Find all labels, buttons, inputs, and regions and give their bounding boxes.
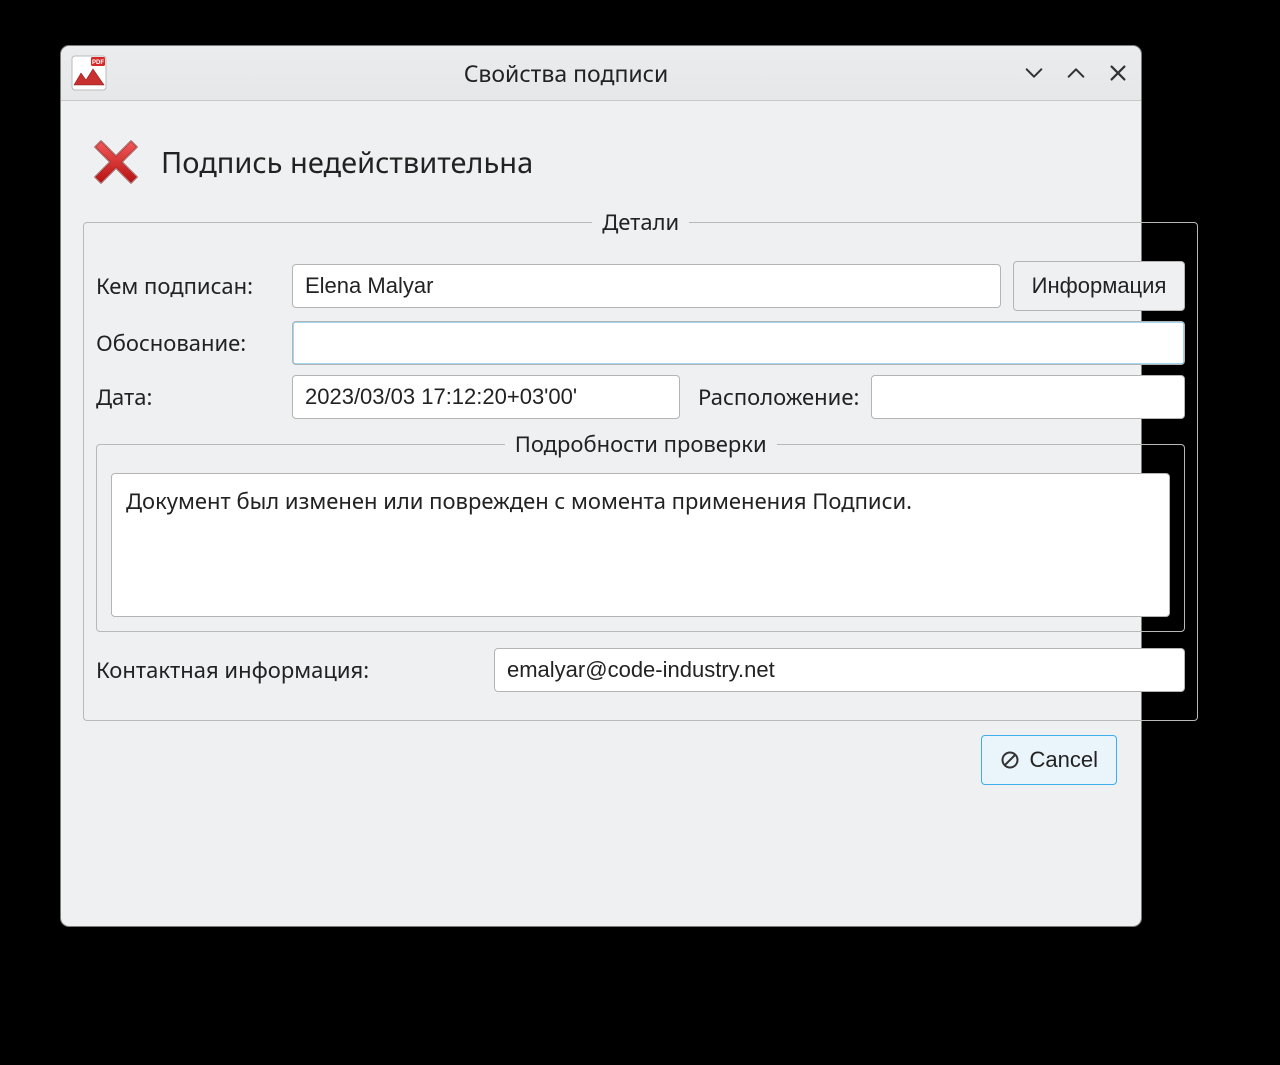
signature-status-row: Подпись недействительна <box>81 115 1121 207</box>
contact-label: Контактная информация: <box>96 655 482 685</box>
signature-properties-dialog: PDF Свойства подписи <box>60 45 1142 927</box>
dialog-body: Подпись недействительна Детали Кем подпи… <box>61 101 1141 926</box>
signed-by-row: Кем подписан: Информация <box>96 261 1185 311</box>
reason-row: Обоснование: <box>96 321 1185 365</box>
window-buttons <box>1021 60 1131 86</box>
error-x-icon <box>89 135 143 189</box>
location-field[interactable] <box>871 375 1185 419</box>
location-label: Расположение: <box>698 382 859 412</box>
details-legend: Детали <box>592 207 689 237</box>
details-group: Детали Кем подписан: Информация Обоснова… <box>83 207 1198 721</box>
cancel-button[interactable]: Cancel <box>981 735 1117 785</box>
verification-group: Подробности проверки Документ был измене… <box>96 429 1185 632</box>
date-field[interactable] <box>292 375 680 419</box>
signed-by-field[interactable] <box>292 264 1001 308</box>
info-button-label: Информация <box>1032 273 1167 299</box>
verification-message[interactable]: Документ был изменен или поврежден с мом… <box>111 473 1170 617</box>
chevron-down-icon[interactable] <box>1021 60 1047 86</box>
verification-legend: Подробности проверки <box>505 429 777 459</box>
titlebar: PDF Свойства подписи <box>61 46 1141 101</box>
date-label: Дата: <box>96 382 280 412</box>
chevron-up-icon[interactable] <box>1063 60 1089 86</box>
contact-row: Контактная информация: <box>96 648 1185 692</box>
cancel-icon <box>1000 750 1020 770</box>
pdf-app-icon: PDF <box>71 55 107 91</box>
close-icon[interactable] <box>1105 60 1131 86</box>
reason-field[interactable] <box>292 321 1185 365</box>
titlebar-title: Свойства подписи <box>111 57 1021 89</box>
svg-text:PDF: PDF <box>92 60 104 66</box>
cancel-button-label: Cancel <box>1030 747 1098 773</box>
info-button[interactable]: Информация <box>1013 261 1186 311</box>
signature-status-text: Подпись недействительна <box>161 143 533 182</box>
contact-field[interactable] <box>494 648 1185 692</box>
reason-label: Обоснование: <box>96 328 280 358</box>
dialog-footer: Cancel <box>81 721 1121 785</box>
date-location-row: Дата: Расположение: <box>96 375 1185 419</box>
signed-by-label: Кем подписан: <box>96 271 280 301</box>
